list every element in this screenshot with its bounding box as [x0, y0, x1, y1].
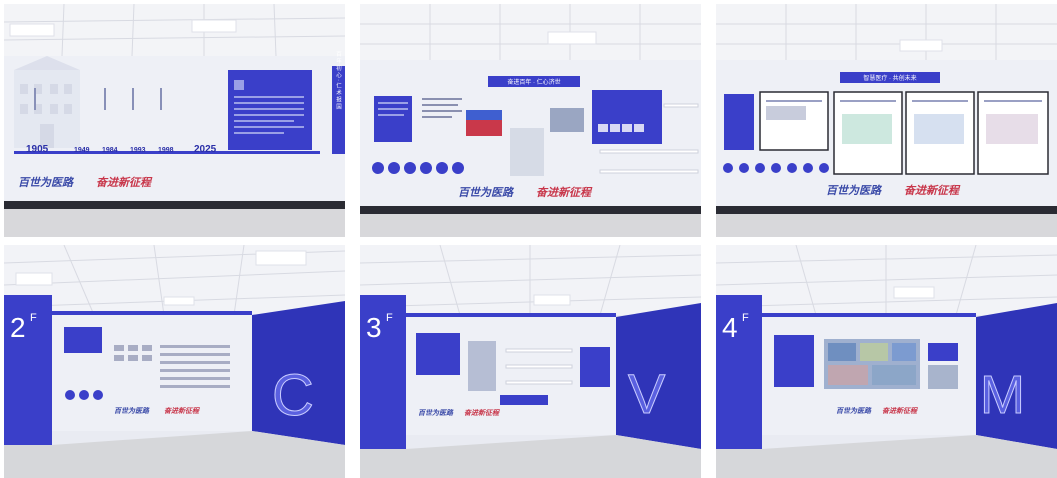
slogan-left: 百世为医路 [418, 408, 454, 417]
display-shelf [599, 169, 699, 174]
header-banner-text: 奋进百年 · 仁心济世 [507, 78, 560, 86]
photo-collage [824, 339, 920, 389]
ceiling-light [899, 39, 943, 52]
vertical-header-text: 百 年 初 心 · 仁 术 报 国 [335, 51, 342, 111]
slogan-right: 奋进新征程 [464, 408, 500, 417]
slogan-left: 百世为医路 [114, 406, 150, 415]
panel-innovation-wall-scene: 智慧医疗 · 共创未来 百世为医路 奋进新征程 [716, 4, 1057, 237]
slogan-right: 奋进新征程 [164, 406, 200, 415]
icon-circle-row [65, 390, 103, 400]
wall-light-strip [406, 313, 616, 317]
info-board [774, 335, 814, 387]
building-illustration [14, 56, 80, 148]
info-board [928, 343, 958, 361]
wall-light-strip [762, 313, 976, 317]
panel-floor-4-scene: 4 F 百世为医路 奋进新征程 M [716, 245, 1057, 478]
display-shelf [599, 149, 699, 154]
info-board [416, 333, 460, 375]
ceiling-light [191, 19, 237, 33]
ceiling-light [163, 296, 195, 306]
ceiling-light [533, 294, 571, 306]
info-board [580, 347, 610, 387]
framed-board [833, 91, 903, 175]
slogan-left: 百世为医路 [18, 176, 75, 189]
slogan-right: 奋进新征程 [536, 186, 593, 199]
timeline-year: 1984 [102, 147, 118, 154]
panel-floor-3-scene: 3 F 百世为医路 奋进新征程 V [360, 245, 701, 478]
floor-number: 4 [722, 312, 738, 343]
floor-number: 3 [366, 312, 382, 343]
big-letter: C [272, 363, 314, 428]
panel-floor-4: 4 F 百世为医路 奋进新征程 M [716, 245, 1057, 478]
panel-floor-2-scene: 2 F 百世为医路 奋进新征程 C [4, 245, 345, 478]
big-letter: M [980, 365, 1025, 425]
panel-floor-2: 2 F 百世为医路 奋进新征程 C [4, 245, 345, 478]
slogan-left: 百世为医路 [836, 406, 872, 415]
header-banner-text: 智慧医疗 · 共创未来 [863, 74, 916, 82]
floor-sup: F [30, 312, 37, 324]
slogan-right: 奋进新征程 [904, 184, 961, 197]
timeline-year: 1998 [158, 147, 174, 154]
slogan-left: 百世为医路 [458, 186, 515, 199]
panel-history-wall-scene: 百 年 初 心 · 仁 术 报 国 1905 1949 1984 1993 19… [4, 4, 345, 237]
framed-board [759, 91, 829, 151]
floor-sup: F [386, 312, 393, 324]
slogan-right: 奋进新征程 [882, 406, 918, 415]
photo-frame [550, 108, 584, 132]
panel-display-wall-scene: 奋进百年 · 仁心济世 百世为医路 奋进新征程 [360, 4, 701, 237]
panel-floor-3: 3 F 百世为医路 奋进新征程 V [360, 245, 701, 478]
panel-innovation-wall: 智慧医疗 · 共创未来 百世为医路 奋进新征程 [716, 4, 1057, 237]
display-shelf [663, 103, 699, 108]
ceiling-light [15, 272, 53, 286]
info-board [64, 327, 102, 353]
ceiling-light [255, 250, 307, 266]
timeline-year: 1949 [74, 147, 90, 154]
wall-light-strip [52, 311, 252, 315]
photo-frame [510, 128, 544, 176]
info-board [500, 395, 548, 405]
floor-number: 2 [10, 312, 26, 343]
info-board [592, 90, 662, 144]
timeline-year: 1905 [26, 144, 49, 155]
photo-grid: 百 年 初 心 · 仁 术 报 国 1905 1949 1984 1993 19… [0, 0, 1057, 478]
photo-frame [928, 365, 958, 389]
timeline-year: 2025 [194, 144, 217, 155]
slogan-right: 奋进新征程 [96, 176, 153, 189]
timeline-year: 1993 [130, 147, 146, 154]
panel-history-wall: 百 年 初 心 · 仁 术 报 国 1905 1949 1984 1993 19… [4, 4, 345, 237]
framed-board [977, 91, 1049, 175]
info-board [724, 94, 754, 150]
photo-frame [468, 341, 496, 391]
framed-board [905, 91, 975, 175]
ceiling-light [893, 286, 935, 299]
ceiling-light [9, 23, 55, 37]
floor-sup: F [742, 312, 749, 324]
big-letter: V [628, 362, 666, 425]
slogan-left: 百世为医路 [826, 184, 883, 197]
ceiling-light [547, 31, 597, 45]
panel-display-wall: 奋进百年 · 仁心济世 百世为医路 奋进新征程 [360, 4, 701, 237]
